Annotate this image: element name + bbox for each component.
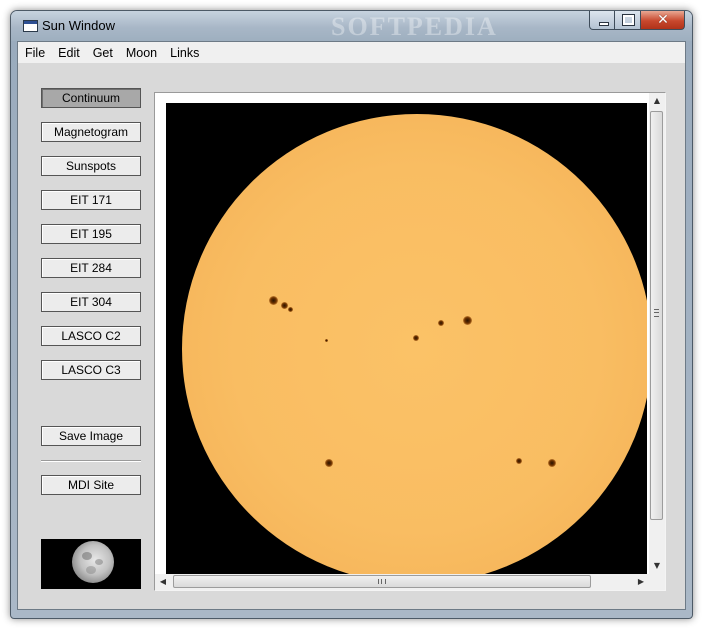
maximize-button[interactable] [615, 11, 641, 30]
sidebar-divider [41, 460, 141, 462]
window-icon[interactable] [23, 20, 38, 32]
image-viewer[interactable]: ▲ ▼ ◀ ▶ [154, 92, 666, 591]
sun-image [166, 103, 647, 579]
sunspot [516, 458, 522, 464]
vertical-scrollbar[interactable]: ▲ ▼ [649, 93, 665, 574]
eit-195-button[interactable]: EIT 195 [41, 224, 141, 244]
scroll-left-icon[interactable]: ◀ [155, 574, 171, 590]
maximize-icon [622, 14, 635, 26]
app-window: Sun Window SOFTPEDIA ✕ File Edit Get Moo… [10, 10, 693, 619]
menu-moon[interactable]: Moon [119, 46, 163, 60]
watermark: SOFTPEDIA [331, 12, 498, 41]
sunspot [413, 335, 419, 341]
sunspot [548, 459, 556, 467]
magnetogram-button[interactable]: Magnetogram [41, 122, 141, 142]
sunspot [269, 296, 278, 305]
sunspot [288, 307, 293, 312]
sunspot [463, 316, 472, 325]
eit-171-button[interactable]: EIT 171 [41, 190, 141, 210]
menu-file[interactable]: File [18, 46, 51, 60]
eit-304-button[interactable]: EIT 304 [41, 292, 141, 312]
grip-icon [378, 579, 386, 584]
close-button[interactable]: ✕ [641, 11, 685, 30]
moon-icon [72, 541, 114, 583]
minimize-icon [599, 22, 609, 26]
continuum-button[interactable]: Continuum [41, 88, 141, 108]
lasco-c2-button[interactable]: LASCO C2 [41, 326, 141, 346]
lasco-c3-button[interactable]: LASCO C3 [41, 360, 141, 380]
window-controls: ✕ [589, 11, 685, 31]
eit-284-button[interactable]: EIT 284 [41, 258, 141, 278]
client-area: File Edit Get Moon Links Continuum Magne… [17, 41, 686, 610]
scroll-up-icon[interactable]: ▲ [649, 93, 665, 109]
sunspot [325, 459, 333, 467]
sunspot [325, 339, 328, 342]
menu-get[interactable]: Get [86, 46, 119, 60]
title-bar[interactable]: Sun Window SOFTPEDIA ✕ [11, 11, 692, 41]
menu-links[interactable]: Links [163, 46, 205, 60]
grip-icon [654, 309, 659, 317]
scroll-corner [649, 574, 665, 590]
save-image-button[interactable]: Save Image [41, 426, 141, 446]
horizontal-scroll-thumb[interactable] [173, 575, 591, 588]
close-icon: ✕ [657, 12, 669, 28]
scroll-right-icon[interactable]: ▶ [633, 574, 649, 590]
menu-bar: File Edit Get Moon Links [18, 42, 685, 63]
window-title: Sun Window [42, 18, 115, 33]
sunspot [438, 320, 444, 326]
horizontal-scrollbar[interactable]: ◀ ▶ [155, 574, 649, 590]
sunspot [281, 302, 288, 309]
scroll-down-icon[interactable]: ▼ [649, 558, 665, 574]
vertical-scroll-thumb[interactable] [650, 111, 663, 520]
sun-disc [182, 114, 647, 579]
sunspots-button[interactable]: Sunspots [41, 156, 141, 176]
menu-edit[interactable]: Edit [51, 46, 86, 60]
moon-phase-thumbnail[interactable] [41, 539, 141, 589]
minimize-button[interactable] [589, 11, 615, 30]
mdi-site-button[interactable]: MDI Site [41, 475, 141, 495]
